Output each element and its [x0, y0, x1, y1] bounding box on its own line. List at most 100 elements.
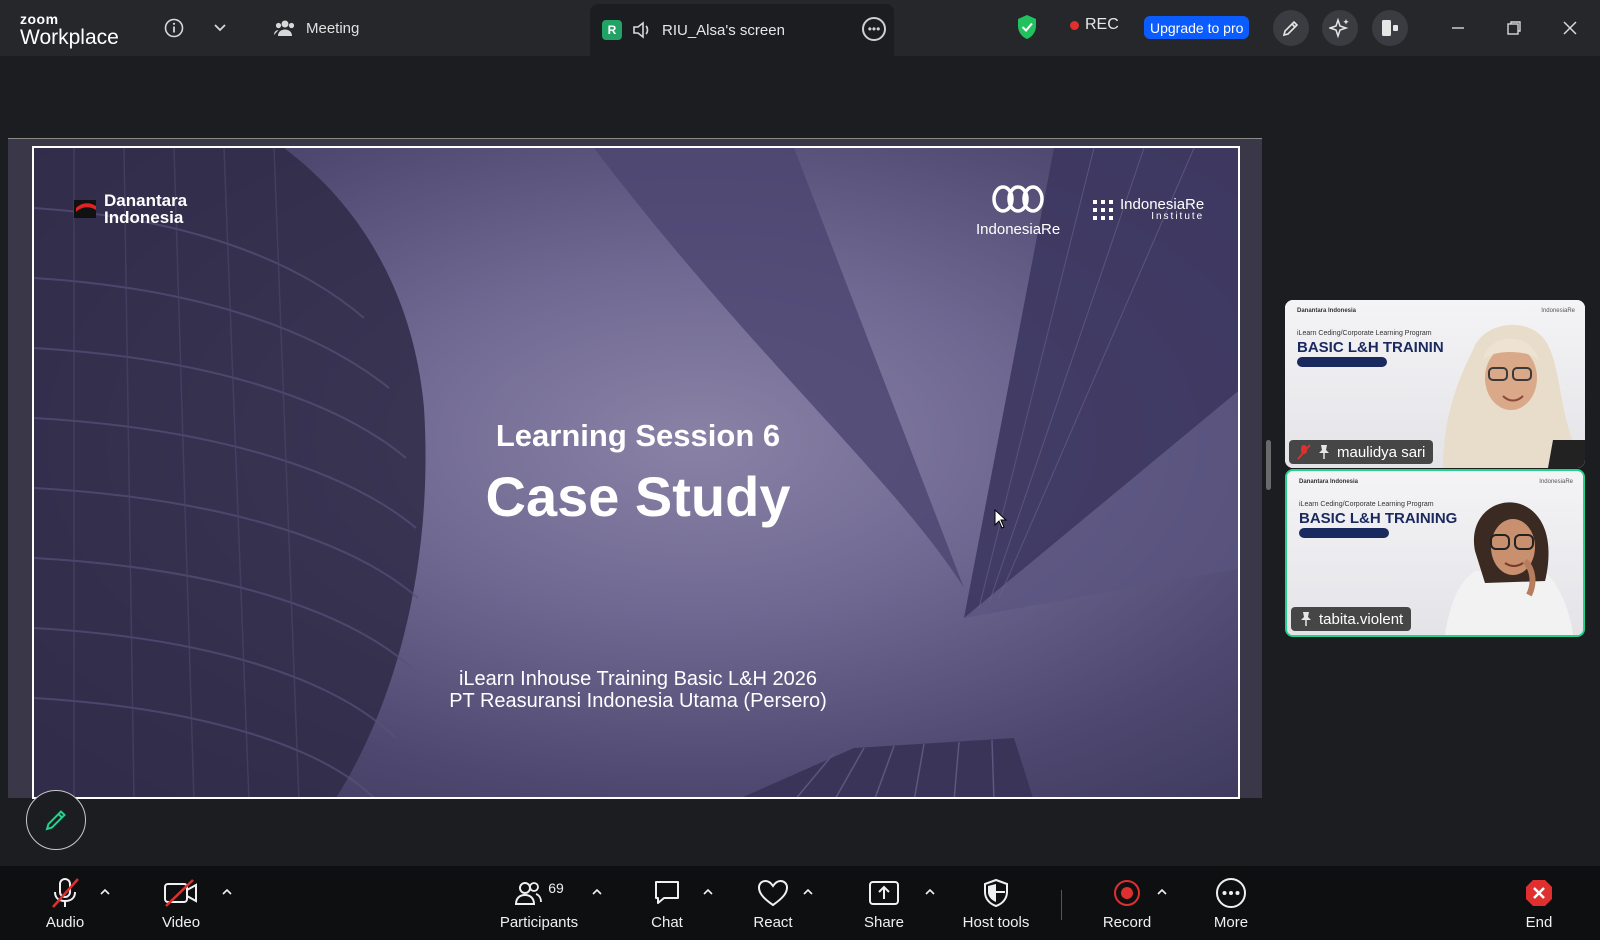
ai-companion-button[interactable] — [1322, 10, 1358, 46]
chat-bubble-icon — [652, 876, 682, 910]
participant-name: tabita.violent — [1319, 610, 1404, 628]
top-bar: zoom Workplace Meeting R RIU_Alsa's scre… — [0, 0, 1600, 56]
indonesia-re-mark-icon — [992, 185, 1044, 213]
security-shield-icon[interactable] — [1016, 14, 1038, 45]
minimize-icon[interactable] — [1444, 14, 1472, 42]
end-x-icon — [1524, 876, 1554, 910]
view-layout-button[interactable] — [1372, 10, 1408, 46]
chat-label: Chat — [651, 914, 683, 931]
spotlight-pin-icon — [1301, 612, 1311, 626]
participants-icon — [515, 882, 543, 905]
share-label: Share — [863, 914, 905, 931]
tab-meeting[interactable]: Meeting — [274, 14, 359, 42]
rec-label: REC — [1085, 16, 1119, 33]
slide-kicker: Learning Session 6 — [495, 418, 781, 453]
participants-count: 69 — [548, 880, 564, 896]
upgrade-button[interactable]: Upgrade to pro — [1144, 16, 1250, 39]
participants-icon-wrap: 69 — [514, 876, 564, 910]
react-options-caret-icon[interactable] — [801, 884, 815, 898]
danantara-line1: Danantara — [104, 191, 188, 210]
audio-options-caret-icon[interactable] — [98, 884, 112, 898]
participants-options-caret-icon[interactable] — [590, 884, 604, 898]
meeting-people-icon — [274, 20, 295, 36]
shield-icon — [982, 876, 1010, 910]
speaker-icon — [633, 21, 649, 39]
slide-subtitle-line2: PT Reasuransi Indonesia Utama (Persero) — [449, 690, 827, 712]
annotate-pen-button[interactable] — [1273, 10, 1309, 46]
shared-screen-area[interactable]: Danantara Indonesia IndonesiaRe Indonesi… — [8, 138, 1262, 799]
panel-resize-handle[interactable] — [1266, 440, 1271, 490]
institute-sub: Institute — [1151, 211, 1205, 222]
brand-top: zoom — [20, 11, 59, 27]
danantara-mark-icon — [74, 200, 96, 218]
muted-mic-icon — [1297, 444, 1311, 460]
danantara-line2: Indonesia — [104, 208, 184, 227]
spotlight-pin-icon — [1319, 445, 1329, 459]
share-options-caret-icon[interactable] — [923, 884, 937, 898]
participant-name-tag: tabita.violent — [1291, 607, 1412, 631]
record-options-caret-icon[interactable] — [1155, 884, 1169, 898]
mouse-cursor-icon — [994, 509, 1008, 529]
mic-muted-icon — [48, 876, 82, 910]
participant-name-tag: maulidya sari — [1289, 440, 1434, 464]
pen-icon — [1282, 20, 1299, 37]
more-options-icon[interactable]: ••• — [862, 17, 886, 41]
sparkle-icon — [1329, 17, 1349, 39]
layout-icon — [1382, 20, 1398, 36]
annotation-pencil-button[interactable] — [26, 790, 86, 850]
mini-slide-pill — [1299, 528, 1389, 538]
indonesia-re-text: IndonesiaRe — [976, 221, 1061, 238]
share-button[interactable]: Share — [839, 876, 929, 931]
mini-slide-head: Danantara Indonesia — [1299, 479, 1359, 485]
recording-indicator[interactable]: REC — [1070, 16, 1119, 34]
participant-tile-1[interactable]: Danantara Indonesia IndonesiaRe iLearn C… — [1285, 300, 1585, 468]
toolbar-divider — [1061, 890, 1062, 920]
audio-label: Audio — [45, 914, 85, 931]
participant-name: maulidya sari — [1337, 443, 1426, 461]
indonesia-re-logo: IndonesiaRe — [976, 184, 1060, 238]
video-off-icon — [163, 876, 199, 910]
chat-options-caret-icon[interactable] — [701, 884, 715, 898]
participants-button[interactable]: 69 Participants — [484, 876, 594, 931]
recording-dot-icon — [1070, 20, 1079, 30]
video-button[interactable]: Video — [136, 876, 226, 931]
participant-video-person — [1445, 502, 1573, 635]
record-icon — [1112, 876, 1142, 910]
video-options-caret-icon[interactable] — [220, 884, 234, 898]
chevron-down-icon[interactable] — [206, 14, 234, 42]
info-icon[interactable] — [160, 14, 188, 42]
chat-button[interactable]: Chat — [622, 876, 712, 931]
sharer-avatar: R — [602, 20, 622, 40]
participant-tile-2[interactable]: Danantara Indonesia IndonesiaRe iLearn C… — [1285, 469, 1585, 637]
record-label: Record — [1102, 914, 1152, 931]
meeting-toolbar: Audio Video 69 Participants Chat React S… — [0, 866, 1600, 940]
close-window-icon[interactable] — [1556, 14, 1584, 42]
heart-icon — [757, 876, 789, 910]
end-label: End — [1525, 914, 1553, 931]
mini-slide-pill — [1297, 357, 1387, 367]
share-screen-icon — [868, 876, 900, 910]
end-meeting-button[interactable]: End — [1494, 876, 1584, 931]
slide-subtitle: iLearn Inhouse Training Basic L&H 2026 P… — [34, 668, 1238, 712]
shared-screen-title: RIU_Alsa's screen — [662, 21, 785, 39]
video-label: Video — [161, 914, 201, 931]
react-label: React — [753, 914, 793, 931]
mini-slide-ire: IndonesiaRe — [1539, 479, 1573, 485]
indonesia-re-institute-logo: IndonesiaRe Institute — [1092, 196, 1205, 222]
mini-slide-head: Danantara Indonesia — [1297, 308, 1357, 314]
brand-bottom: Workplace — [20, 26, 119, 49]
more-ellipsis-icon — [1215, 876, 1247, 910]
pencil-icon — [45, 810, 66, 831]
institute-dots-icon — [1093, 200, 1113, 220]
more-button[interactable]: More — [1186, 876, 1276, 931]
more-label: More — [1213, 914, 1249, 931]
restore-window-icon[interactable] — [1500, 14, 1528, 42]
participants-label: Participants — [499, 914, 579, 931]
host-tools-button[interactable]: Host tools — [950, 876, 1042, 931]
tab-shared-screen[interactable]: R RIU_Alsa's screen ••• — [590, 4, 894, 56]
host-tools-label: Host tools — [962, 914, 1030, 931]
slide-title: Case Study — [485, 465, 791, 528]
audio-button[interactable]: Audio — [20, 876, 110, 931]
meeting-tab-label: Meeting — [306, 19, 360, 37]
institute-name: IndonesiaRe — [1120, 196, 1205, 213]
